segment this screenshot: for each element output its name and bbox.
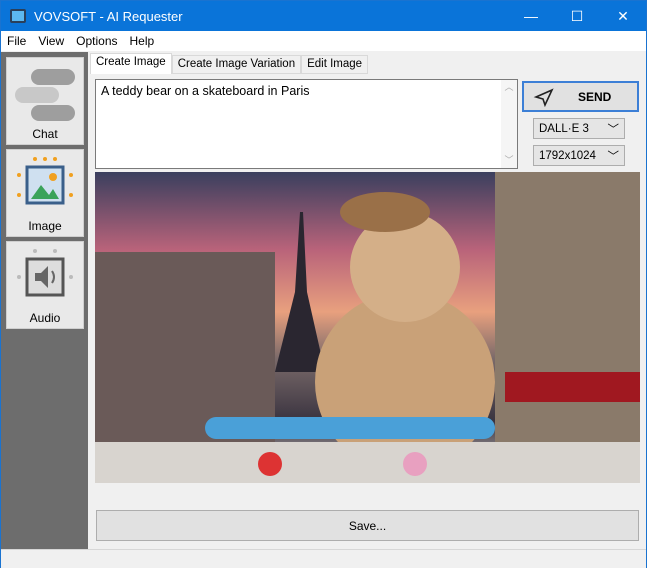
- sidebar-item-audio[interactable]: Audio: [6, 241, 84, 329]
- teddy-bear-hat: [340, 192, 430, 232]
- speaker-chip-icon: [17, 249, 73, 297]
- size-value: 1792x1024: [539, 149, 596, 162]
- window-title: VOVSOFT - AI Requester: [34, 8, 183, 24]
- image-scene: [95, 172, 640, 483]
- generated-image: [95, 172, 640, 483]
- save-button[interactable]: Save...: [96, 510, 639, 541]
- menu-view[interactable]: View: [32, 34, 70, 48]
- menu-help[interactable]: Help: [124, 34, 161, 48]
- menu-bar: File View Options Help: [1, 31, 646, 51]
- sidebar-item-label: Image: [28, 219, 62, 233]
- size-select[interactable]: 1792x1024 ﹀: [533, 145, 625, 166]
- title-bar: VOVSOFT - AI Requester — ☐ ✕: [1, 1, 646, 31]
- scroll-down-arrow-icon[interactable]: ﹀: [501, 153, 517, 166]
- buildings-left: [95, 252, 275, 442]
- prompt-text: A teddy bear on a skateboard in Paris: [101, 84, 310, 98]
- model-select[interactable]: DALL·E 3 ﹀: [533, 118, 625, 139]
- chevron-down-icon: ﹀: [607, 123, 620, 136]
- chat-bubbles-icon: [15, 69, 75, 121]
- send-button[interactable]: SEND: [522, 81, 639, 112]
- sidebar-item-image[interactable]: Image: [6, 149, 84, 237]
- skateboard: [205, 417, 495, 439]
- send-label: SEND: [578, 89, 612, 104]
- chevron-down-icon: ﹀: [607, 150, 620, 163]
- tab-create-image-variation[interactable]: Create Image Variation: [171, 55, 302, 74]
- cafe-awning: [505, 372, 640, 402]
- tab-create-image[interactable]: Create Image: [90, 53, 172, 74]
- sidebar-item-label: Chat: [32, 127, 58, 141]
- skateboard-wheel: [258, 452, 282, 476]
- model-value: DALL·E 3: [539, 122, 589, 135]
- skateboard-wheel: [403, 452, 427, 476]
- eiffel-tower: [275, 212, 325, 372]
- maximize-button[interactable]: ☐: [554, 1, 600, 31]
- prompt-scrollbar[interactable]: ︿ ﹀: [501, 80, 517, 168]
- app-icon: [10, 9, 26, 23]
- ground: [95, 442, 640, 483]
- tab-edit-image[interactable]: Edit Image: [301, 55, 369, 74]
- status-bar: [1, 549, 646, 568]
- scroll-up-arrow-icon[interactable]: ︿: [504, 82, 513, 92]
- paper-plane-icon: [533, 87, 554, 107]
- sidebar-item-chat[interactable]: Chat: [6, 57, 84, 145]
- sidebar: Chat Image Audio: [1, 52, 88, 549]
- tab-bar: Create Image Create Image Variation Edit…: [90, 53, 369, 74]
- image-chip-icon: [17, 157, 73, 205]
- prompt-input[interactable]: A teddy bear on a skateboard in Paris ︿ ﹀: [95, 79, 518, 169]
- minimize-button[interactable]: —: [508, 1, 554, 31]
- close-button[interactable]: ✕: [600, 1, 646, 31]
- sidebar-item-label: Audio: [29, 311, 61, 325]
- menu-options[interactable]: Options: [70, 34, 123, 48]
- menu-file[interactable]: File: [1, 34, 32, 48]
